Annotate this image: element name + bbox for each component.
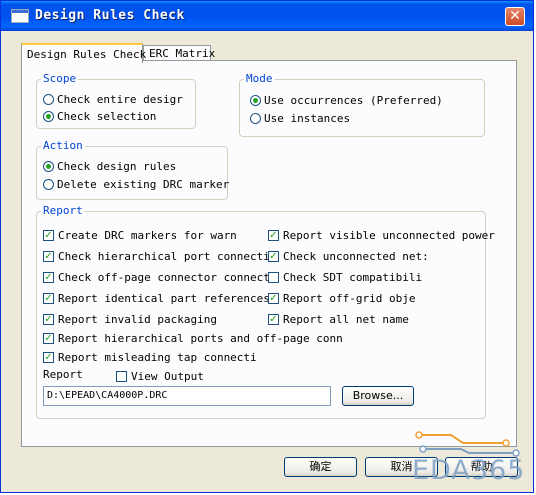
checkbox-label: Check SDT compatibili bbox=[283, 270, 423, 284]
radio-label: Check selection bbox=[57, 109, 157, 123]
create-drc-markers-checkbox[interactable]: ✓ Create DRC markers for warn bbox=[43, 227, 237, 243]
report-visible-unconnected-power-checkbox[interactable]: ✓ Report visible unconnected power bbox=[268, 227, 495, 243]
radio-icon bbox=[43, 93, 54, 105]
checkmark-icon: ✓ bbox=[268, 313, 279, 325]
checkbox-empty-icon bbox=[116, 370, 127, 382]
report-misleading-tap-checkbox[interactable]: ✓ Report misleading tap connecti bbox=[43, 349, 257, 365]
checkmark-icon: ✓ bbox=[43, 229, 54, 241]
design-rules-check-dialog: Design Rules Check ✕ Design Rules Check … bbox=[0, 0, 534, 493]
check-sdt-compatibility-checkbox[interactable]: Check SDT compatibili bbox=[268, 269, 422, 285]
mode-group: Mode Use occurrences (Preferred) Use ins… bbox=[239, 72, 485, 137]
checkbox-label: Check hierarchical port connectio bbox=[58, 249, 277, 263]
checkbox-label: Report hierarchical ports and off-page c… bbox=[58, 331, 343, 345]
radio-icon bbox=[43, 178, 54, 190]
checkmark-icon: ✓ bbox=[43, 351, 54, 363]
check-hierarchical-port-checkbox[interactable]: ✓ Check hierarchical port connectio bbox=[43, 248, 277, 264]
action-check-design-rules-radio[interactable]: Check design rules bbox=[43, 158, 176, 174]
checkbox-empty-icon bbox=[268, 271, 279, 283]
check-off-page-connector-checkbox[interactable]: ✓ Check off-page connector connecti bbox=[43, 269, 277, 285]
checkmark-icon: ✓ bbox=[268, 229, 279, 241]
checkbox-label: Report identical part references bbox=[58, 291, 270, 305]
radio-icon bbox=[250, 112, 261, 124]
checkmark-icon: ✓ bbox=[43, 292, 54, 304]
checkbox-label: Report all net name bbox=[283, 312, 409, 326]
dialog-title: Design Rules Check bbox=[35, 8, 185, 23]
mode-legend: Mode bbox=[244, 72, 275, 85]
scope-entire-design-radio[interactable]: Check entire desigr bbox=[43, 91, 183, 107]
action-legend: Action bbox=[41, 139, 85, 152]
check-unconnected-nets-checkbox[interactable]: ✓ Check unconnected net: bbox=[268, 248, 429, 264]
radio-label: Use occurrences (Preferred) bbox=[264, 93, 443, 107]
checkmark-icon: ✓ bbox=[43, 250, 54, 262]
mode-occurrences-radio[interactable]: Use occurrences (Preferred) bbox=[250, 92, 443, 108]
eda365-watermark: EDA365 bbox=[411, 429, 531, 489]
checkmark-icon: ✓ bbox=[43, 313, 54, 325]
report-file-path-input[interactable]: D:\EPEAD\CA4000P.DRC bbox=[43, 386, 331, 406]
report-file-label: Report bbox=[43, 368, 83, 380]
checkmark-icon: ✓ bbox=[268, 292, 279, 304]
checkbox-label: Check unconnected net: bbox=[283, 249, 429, 263]
tab-design-rules-check[interactable]: Design Rules Check bbox=[21, 43, 146, 63]
action-group: Action Check design rules Delete existin… bbox=[36, 139, 229, 200]
close-button[interactable]: ✕ bbox=[505, 7, 525, 26]
checkbox-label: Create DRC markers for warn bbox=[58, 228, 237, 242]
scope-legend: Scope bbox=[41, 72, 79, 85]
radio-label: Check entire desigr bbox=[57, 92, 183, 106]
checkmark-icon: ✓ bbox=[43, 271, 54, 283]
radio-selected-icon bbox=[250, 94, 261, 106]
mode-instances-radio[interactable]: Use instances bbox=[250, 110, 350, 126]
checkbox-label: View Output bbox=[131, 369, 204, 383]
checkbox-label: Report visible unconnected power bbox=[283, 228, 495, 242]
radio-label: Use instances bbox=[264, 111, 351, 125]
title-bar[interactable]: Design Rules Check ✕ bbox=[1, 1, 533, 31]
action-delete-drc-markers-radio[interactable]: Delete existing DRC marker bbox=[43, 176, 229, 192]
report-legend: Report bbox=[41, 204, 85, 217]
report-invalid-packaging-checkbox[interactable]: ✓ Report invalid packaging bbox=[43, 311, 217, 327]
ok-button[interactable]: 确定 bbox=[284, 457, 357, 477]
report-hierarchical-ports-checkbox[interactable]: ✓ Report hierarchical ports and off-page… bbox=[43, 330, 343, 346]
radio-label: Check design rules bbox=[57, 159, 177, 173]
window-icon bbox=[11, 9, 29, 23]
view-output-checkbox[interactable]: View Output bbox=[116, 368, 204, 384]
scope-group: Scope Check entire desigr Check selectio… bbox=[36, 72, 196, 129]
tab-erc-matrix[interactable]: ERC Matrix bbox=[143, 45, 215, 61]
report-identical-part-refs-checkbox[interactable]: ✓ Report identical part references bbox=[43, 290, 270, 306]
tab-panel: Scope Check entire desigr Check selectio… bbox=[21, 60, 517, 447]
radio-selected-icon bbox=[43, 110, 54, 122]
report-all-net-names-checkbox[interactable]: ✓ Report all net name bbox=[268, 311, 409, 327]
checkmark-icon: ✓ bbox=[268, 250, 279, 262]
radio-label: Delete existing DRC marker bbox=[57, 177, 230, 191]
checkmark-icon: ✓ bbox=[43, 332, 54, 344]
watermark-text: EDA365 bbox=[412, 455, 526, 486]
checkbox-label: Report off-grid obje bbox=[283, 291, 416, 305]
report-off-grid-objects-checkbox[interactable]: ✓ Report off-grid obje bbox=[268, 290, 415, 306]
browse-button[interactable]: Browse... bbox=[342, 386, 414, 406]
checkbox-label: Check off-page connector connecti bbox=[58, 270, 277, 284]
checkbox-label: Report misleading tap connecti bbox=[58, 350, 257, 364]
radio-selected-icon bbox=[43, 160, 54, 172]
scope-selection-radio[interactable]: Check selection bbox=[43, 108, 156, 124]
checkbox-label: Report invalid packaging bbox=[58, 312, 217, 326]
